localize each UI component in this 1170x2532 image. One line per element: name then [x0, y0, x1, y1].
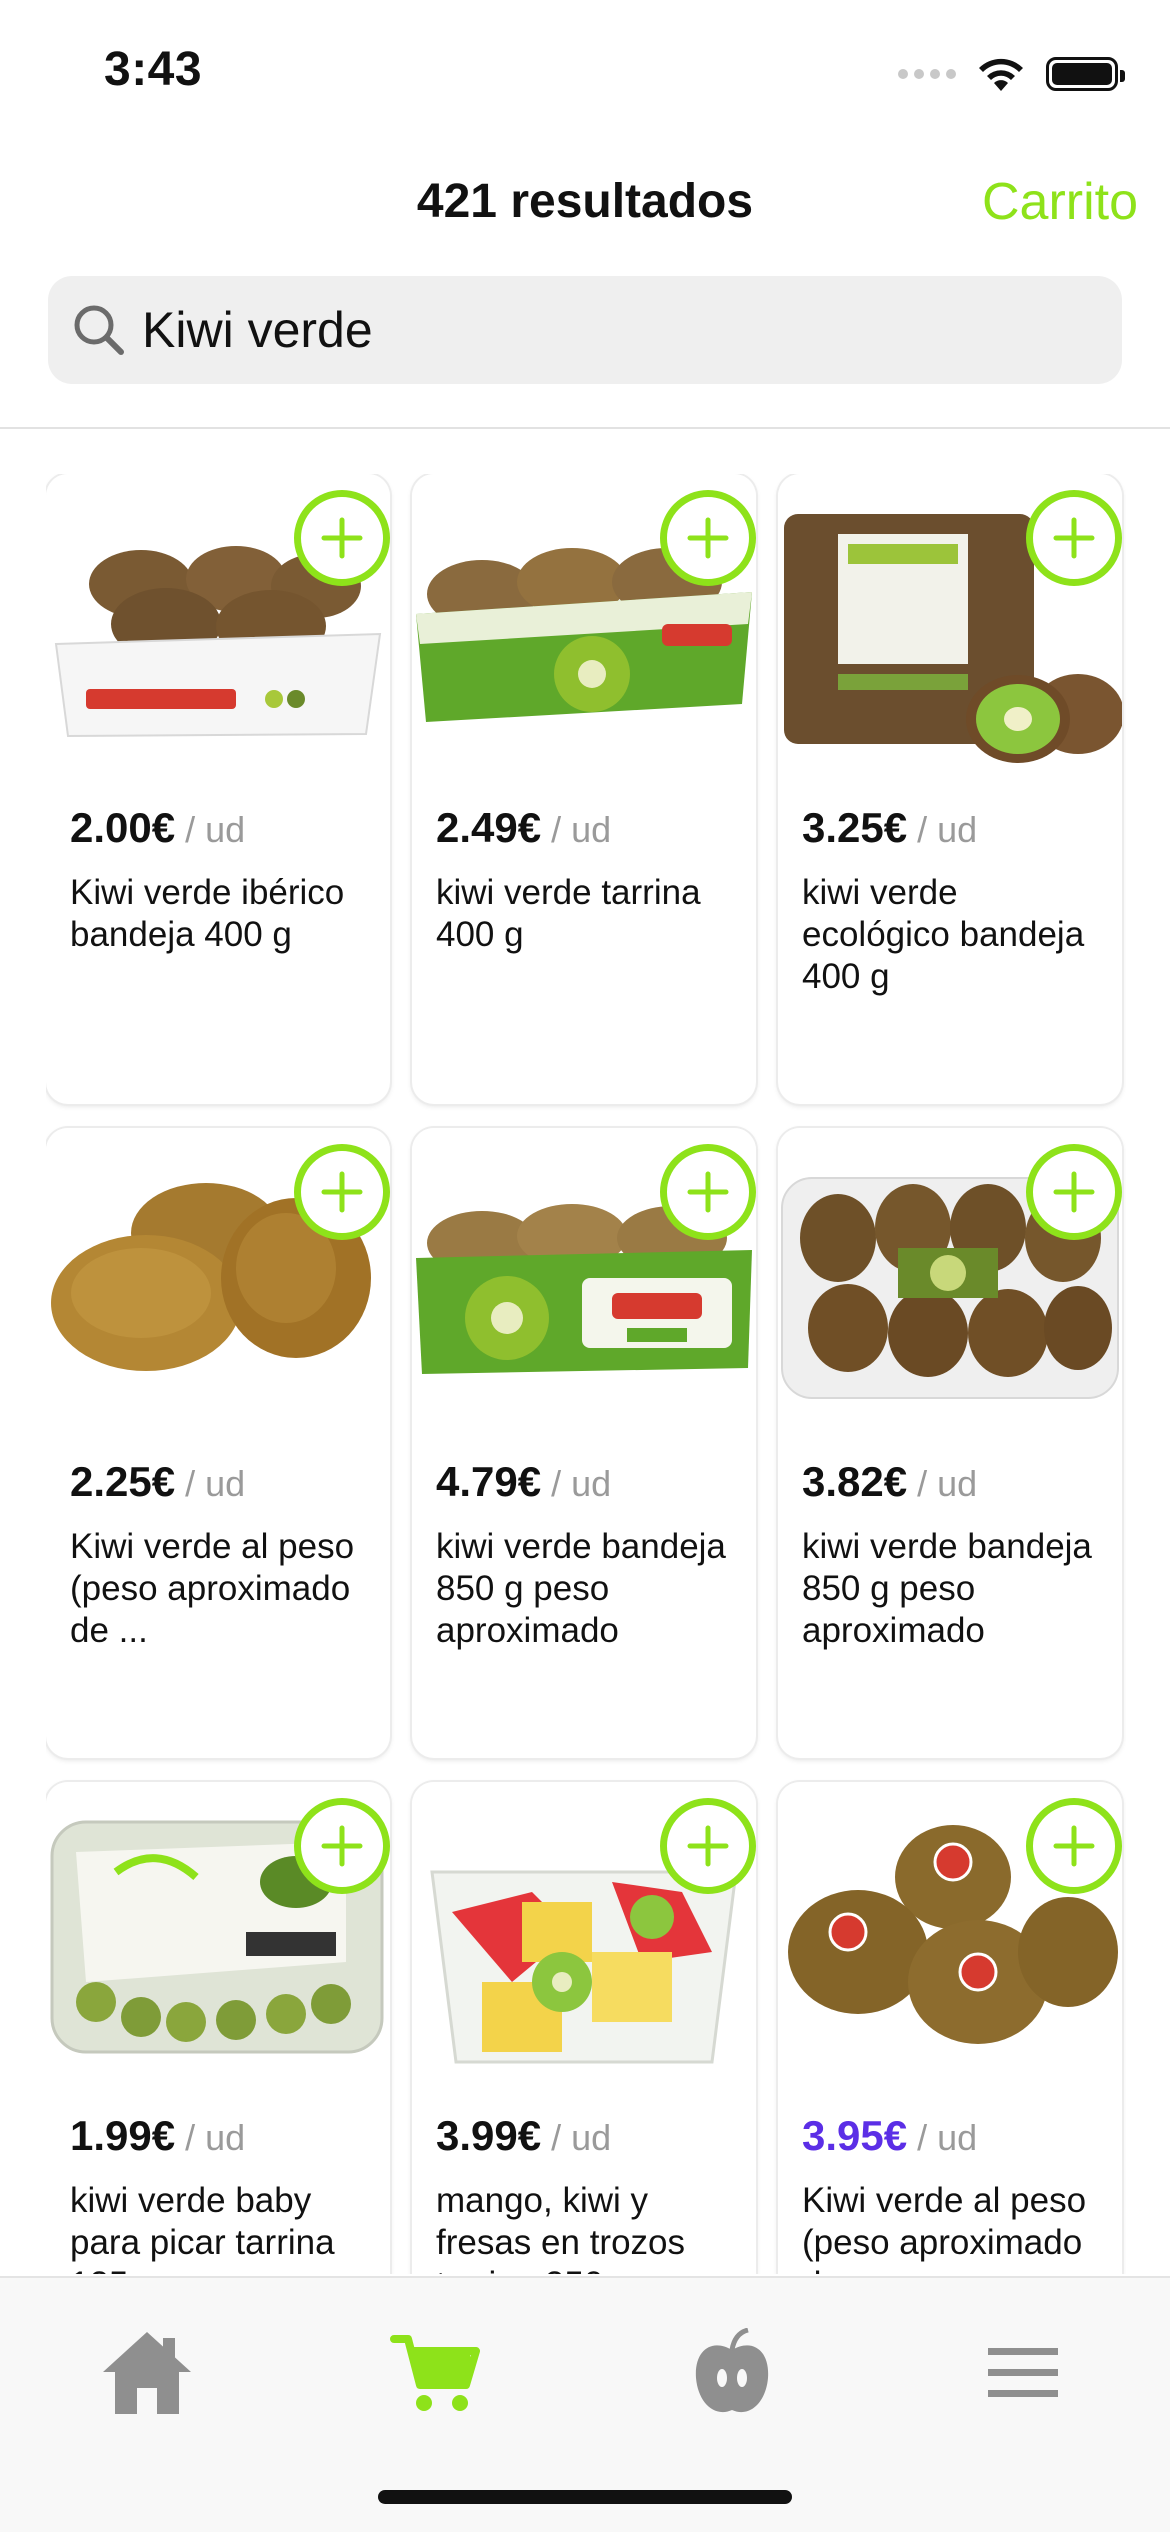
tab-menu[interactable] [968, 2318, 1078, 2428]
price-row: 2.25€ / ud [70, 1458, 245, 1506]
home-icon [103, 2332, 191, 2414]
product-price: 1.99€ [70, 2112, 176, 2159]
product-name: kiwi verde tarrina 400 g [436, 873, 701, 954]
product-grid: 2.00€ / ud Kiwi verde ibérico bandeja 40… [46, 474, 1126, 2274]
product-unit: / ud [185, 2117, 246, 2158]
apple-icon [695, 2328, 769, 2413]
cart-icon [390, 2335, 480, 2411]
product-unit: / ud [185, 809, 246, 850]
product-name: Kiwi verde al peso (peso aproximado de .… [70, 1527, 355, 1650]
status-icons [898, 52, 1125, 96]
plus-icon [687, 1825, 729, 1867]
product-card[interactable]: 3.25€ / ud kiwi verde ecológico bandeja … [778, 474, 1122, 1104]
product-card[interactable]: 2.00€ / ud Kiwi verde ibérico bandeja 40… [46, 474, 390, 1104]
product-unit: / ud [917, 809, 978, 850]
product-name: kiwi verde baby para picar tarrina 125 g [70, 2181, 335, 2274]
product-card[interactable]: 3.99€ / ud mango, kiwi y fresas en trozo… [412, 1782, 756, 2274]
search-bar[interactable] [48, 276, 1122, 384]
product-price: 3.82€ [802, 1458, 908, 1505]
add-to-cart-button[interactable] [1026, 1798, 1122, 1894]
product-name: mango, kiwi y fresas en trozos tarrina 3… [436, 2181, 685, 2274]
product-card[interactable]: 1.99€ / ud kiwi verde baby para picar ta… [46, 1782, 390, 2274]
add-to-cart-button[interactable] [1026, 1144, 1122, 1240]
tab-home[interactable] [92, 2318, 202, 2428]
signal-icon [898, 69, 956, 79]
header: 421 resultados Carrito [0, 160, 1170, 250]
product-unit: / ud [551, 809, 612, 850]
menu-icon [988, 2348, 1058, 2397]
cart-link[interactable]: Carrito [982, 172, 1138, 232]
add-to-cart-button[interactable] [294, 1144, 390, 1240]
product-card[interactable]: 2.25€ / ud Kiwi verde al peso (peso apro… [46, 1128, 390, 1758]
product-unit: / ud [185, 1463, 246, 1504]
product-card[interactable]: 3.82€ / ud kiwi verde bandeja 850 g peso… [778, 1128, 1122, 1758]
add-to-cart-button[interactable] [294, 490, 390, 586]
product-name: Kiwi verde al peso (peso aproximado de .… [802, 2181, 1087, 2274]
status-bar: 3:43 [0, 0, 1170, 140]
product-price: 2.00€ [70, 804, 176, 851]
product-name: Kiwi verde ibérico bandeja 400 g [70, 873, 345, 954]
price-row: 3.99€ / ud [436, 2112, 611, 2160]
header-divider [0, 427, 1170, 429]
price-row: 3.25€ / ud [802, 804, 977, 852]
plus-icon [1053, 517, 1095, 559]
product-unit: / ud [917, 1463, 978, 1504]
price-row: 2.00€ / ud [70, 804, 245, 852]
add-to-cart-button[interactable] [660, 490, 756, 586]
search-input[interactable] [142, 301, 1042, 359]
product-price: 2.49€ [436, 804, 542, 851]
product-price: 4.79€ [436, 1458, 542, 1505]
price-row: 1.99€ / ud [70, 2112, 245, 2160]
product-card[interactable]: 3.95€ / ud Kiwi verde al peso (peso apro… [778, 1782, 1122, 2274]
product-card[interactable]: 2.49€ / ud kiwi verde tarrina 400 g [412, 474, 756, 1104]
product-unit: / ud [551, 2117, 612, 2158]
plus-icon [687, 517, 729, 559]
add-to-cart-button[interactable] [660, 1798, 756, 1894]
tab-cart[interactable] [380, 2318, 490, 2428]
add-to-cart-button[interactable] [660, 1144, 756, 1240]
product-card[interactable]: 4.79€ / ud kiwi verde bandeja 850 g peso… [412, 1128, 756, 1758]
product-price: 3.95€ [802, 2112, 908, 2159]
product-name: kiwi verde bandeja 850 g peso aproximado [802, 1527, 1092, 1650]
price-row: 3.82€ / ud [802, 1458, 977, 1506]
add-to-cart-button[interactable] [294, 1798, 390, 1894]
product-unit: / ud [917, 2117, 978, 2158]
plus-icon [687, 1171, 729, 1213]
plus-icon [1053, 1171, 1095, 1213]
product-price: 2.25€ [70, 1458, 176, 1505]
price-row: 4.79€ / ud [436, 1458, 611, 1506]
plus-icon [321, 517, 363, 559]
plus-icon [321, 1825, 363, 1867]
price-row: 3.95€ / ud [802, 2112, 977, 2160]
product-price: 3.25€ [802, 804, 908, 851]
product-price: 3.99€ [436, 2112, 542, 2159]
battery-icon [1046, 57, 1125, 91]
tab-products[interactable] [677, 2318, 787, 2428]
price-row: 2.49€ / ud [436, 804, 611, 852]
plus-icon [321, 1171, 363, 1213]
status-time: 3:43 [104, 43, 203, 96]
screen: 3:43 421 resultados Carrito Kiwi verde 2… [0, 0, 1170, 2532]
plus-icon [1053, 1825, 1095, 1867]
wifi-icon [976, 55, 1026, 93]
home-indicator [378, 2490, 792, 2504]
add-to-cart-button[interactable] [1026, 490, 1122, 586]
product-unit: / ud [551, 1463, 612, 1504]
product-name: kiwi verde ecológico bandeja 400 g [802, 873, 1085, 996]
search-icon [64, 295, 134, 365]
product-name: kiwi verde bandeja 850 g peso aproximado [436, 1527, 726, 1650]
